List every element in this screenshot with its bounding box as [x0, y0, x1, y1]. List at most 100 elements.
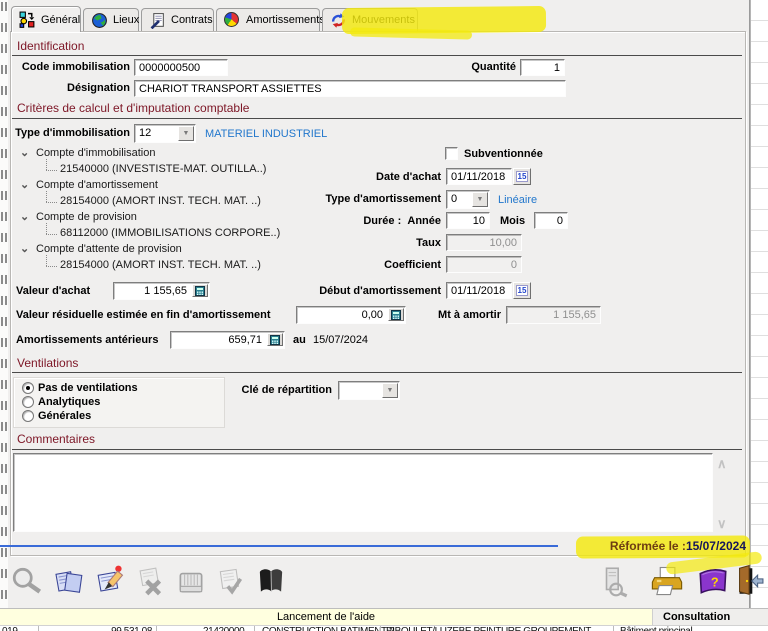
tree-chevron-icon[interactable]: ⌄ — [20, 242, 29, 255]
tree-node-compte-attente-provision[interactable]: Compte d'attente de provision — [36, 243, 182, 255]
tree-leaf-compte-attente-provision[interactable]: 28154000 (AMORT INST. TECH. MAT. ..) — [60, 259, 261, 271]
tree-leaf-compte-immobilisation[interactable]: 21540000 (INVESTISTE-MAT. OUTILLA..) — [60, 163, 266, 175]
section-criteres: Critères de calcul et d'imputation compt… — [17, 101, 249, 115]
documents-icon[interactable] — [50, 562, 88, 600]
tab-lieux-label: Lieux — [113, 14, 139, 26]
tree-chevron-icon[interactable]: ⌄ — [20, 178, 29, 191]
tab-amortissements-label: Amortissements — [246, 14, 325, 26]
background-window-right-edge — [750, 0, 768, 608]
mois-label: Mois — [500, 215, 525, 227]
code-immobilisation-label: Code immobilisation — [14, 61, 130, 73]
validate-icon[interactable] — [212, 562, 250, 600]
cle-repartition-label: Clé de répartition — [230, 384, 332, 396]
tab-contrats[interactable]: Contrats — [141, 8, 214, 31]
section-commentaires: Commentaires — [17, 432, 95, 446]
tree-node-compte-provision[interactable]: Compte de provision — [36, 211, 137, 223]
section-divider — [12, 449, 742, 450]
reformee-label: Réformée le : — [610, 539, 686, 553]
type-amortissement-label: Type d'amortissement — [248, 193, 441, 205]
section-identification: Identification — [17, 39, 84, 53]
radio-analytiques[interactable] — [22, 396, 34, 408]
edit-icon[interactable] — [92, 562, 130, 600]
calculator-icon[interactable] — [192, 284, 208, 297]
tab-mouvements-label: Mouvements — [352, 14, 415, 26]
valeur-achat-label: Valeur d'achat — [16, 285, 90, 297]
calendar-icon: 15 — [516, 285, 529, 296]
coefficient-field: 0 — [446, 256, 522, 273]
blue-separator-line — [0, 545, 558, 547]
scroll-down-icon[interactable]: ∨ — [717, 516, 727, 532]
cle-repartition-combo: ▼ — [338, 381, 400, 400]
tree-chevron-icon[interactable]: ⌄ — [20, 210, 29, 223]
tab-general[interactable]: Général — [11, 6, 81, 32]
delete-icon[interactable] — [132, 562, 170, 600]
calendar-icon: 15 — [516, 171, 529, 182]
tab-lieux[interactable]: Lieux — [83, 8, 139, 31]
background-table-row: 019 99 531,08 21420000 CONSTRUCTION BATI… — [0, 625, 768, 631]
taux-label: Taux — [248, 237, 441, 249]
print-icon[interactable] — [648, 562, 686, 600]
section-divider — [12, 55, 742, 56]
date-achat-label: Date d'achat — [248, 171, 441, 183]
radio-analytiques-label: Analytiques — [38, 396, 100, 408]
scroll-up-icon[interactable]: ∧ — [717, 456, 727, 472]
tree-node-compte-immobilisation[interactable]: Compte d'immobilisation — [36, 147, 155, 159]
tree-connector — [46, 170, 57, 171]
taux-field: 10,00 — [446, 234, 522, 251]
tree-connector — [46, 255, 47, 266]
designation-label: Désignation — [14, 82, 130, 94]
au-label: au — [293, 334, 306, 346]
mois-field[interactable]: 0 — [534, 212, 568, 229]
designation-field[interactable]: CHARIOT TRANSPORT ASSIETTES — [134, 80, 566, 97]
quantite-field[interactable]: 1 — [520, 59, 565, 76]
mt-a-amortir-field: 1 155,65 — [506, 306, 601, 324]
svg-text:?: ? — [711, 574, 719, 589]
type-immobilisation-combo[interactable]: 12 ▼ — [134, 124, 196, 143]
bg-row-cell: 019 — [2, 626, 18, 631]
exit-door-icon[interactable] — [728, 562, 766, 600]
date-achat-calendar-button[interactable]: 15 — [513, 168, 531, 185]
tab-amortissements[interactable]: Amortissements — [216, 8, 320, 31]
tab-general-label: Général — [41, 14, 80, 26]
valeur-achat-field[interactable]: 1 155,65 — [113, 282, 210, 300]
radio-pas-de-ventilations[interactable] — [22, 382, 34, 394]
server-search-icon[interactable] — [596, 562, 634, 600]
tab-mouvements[interactable]: Mouvements — [322, 8, 418, 31]
comments-textarea[interactable] — [13, 453, 713, 532]
date-achat-field[interactable]: 01/11/2018 — [446, 168, 512, 185]
subventionnee-checkbox[interactable] — [445, 147, 458, 160]
bg-row-cell: 21420000 — [203, 626, 244, 631]
subventionnee-label: Subventionnée — [464, 148, 543, 160]
tab-contrats-label: Contrats — [171, 14, 213, 26]
calculator-icon[interactable] — [388, 308, 404, 321]
radio-pas-de-ventilations-label: Pas de ventilations — [38, 382, 138, 394]
calculator-icon[interactable] — [267, 333, 283, 346]
bg-row-cell: BIBOULET/LUZEBE PEINTURE GROUPEMENT — [386, 626, 591, 631]
quantite-label: Quantité — [460, 61, 516, 73]
type-amortissement-combo[interactable]: 0 ▼ — [446, 190, 490, 209]
type-amortissement-text: Linéaire — [498, 194, 537, 206]
radio-generales[interactable] — [22, 410, 34, 422]
tree-chevron-icon[interactable]: ⌄ — [20, 146, 29, 159]
debut-amortissement-field[interactable]: 01/11/2018 — [446, 282, 512, 299]
help-book-icon[interactable]: ? — [694, 562, 732, 600]
chevron-down-icon[interactable]: ▼ — [472, 192, 488, 207]
valeur-residuelle-field[interactable]: 0,00 — [296, 306, 406, 324]
annee-field[interactable]: 10 — [446, 212, 490, 229]
type-immobilisation-text: MATERIEL INDUSTRIEL — [205, 128, 327, 140]
debut-amortissement-calendar-button[interactable]: 15 — [513, 282, 531, 299]
tree-leaf-compte-amortissement[interactable]: 28154000 (AMORT INST. TECH. MAT. ..) — [60, 195, 261, 207]
pie-chart-icon — [224, 12, 241, 29]
tree-connector — [46, 223, 47, 234]
bg-row-cell: 99 531,08 — [48, 626, 152, 631]
amortissements-anterieurs-field[interactable]: 659,71 — [170, 331, 285, 349]
org-chart-icon — [19, 11, 36, 28]
code-immobilisation-field[interactable]: 0000000500 — [134, 59, 228, 76]
tree-node-compte-amortissement[interactable]: Compte d'amortissement — [36, 179, 158, 191]
card-file-icon[interactable] — [172, 562, 210, 600]
search-icon[interactable] — [8, 562, 46, 600]
section-divider — [12, 118, 742, 119]
book-icon[interactable] — [252, 562, 290, 600]
chevron-down-icon[interactable]: ▼ — [178, 126, 194, 141]
tree-connector — [46, 159, 47, 170]
